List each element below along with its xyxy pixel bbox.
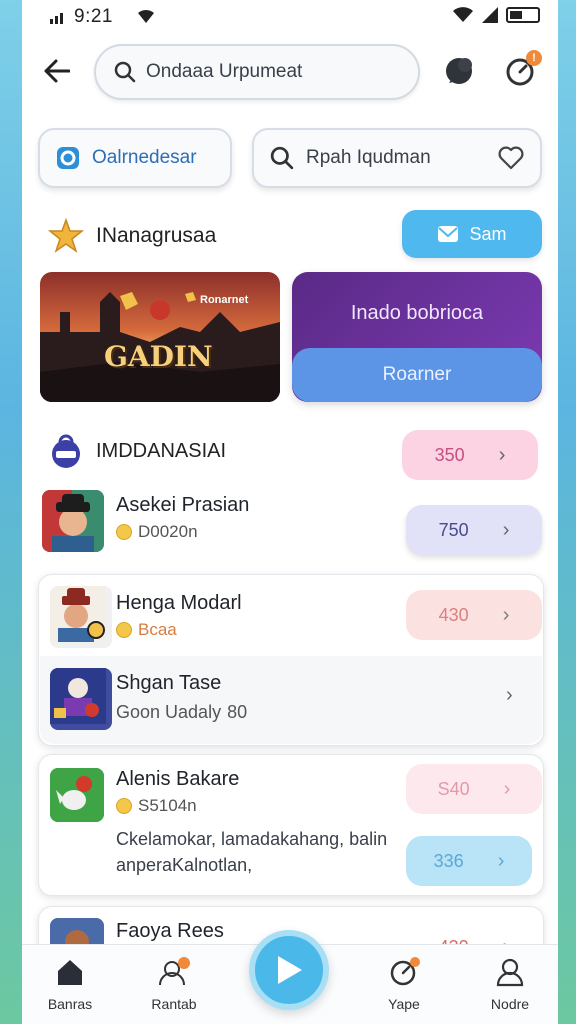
camera-icon — [57, 147, 79, 169]
chevron-right-icon: › — [498, 443, 506, 466]
status-time: 9:21 — [74, 6, 113, 27]
chat-button[interactable] — [440, 52, 480, 92]
price-value: S40 — [437, 778, 470, 799]
filter-pill-search-label: Rpah Iqudman — [306, 147, 431, 168]
search-icon — [270, 146, 294, 170]
wifi-icon — [138, 9, 154, 23]
cell-signal-icon — [482, 7, 498, 23]
avatar — [50, 768, 104, 822]
row-sub: Goon Uadaly 80 — [116, 702, 247, 723]
play-icon — [278, 956, 302, 984]
row-name: Shgan Tase — [116, 672, 222, 694]
filter-pill-primary-label: Oalrnedesar — [92, 147, 197, 168]
search-icon — [114, 61, 136, 83]
row-sub: D0020n — [116, 522, 198, 542]
row-name: Henga Modarl — [116, 592, 242, 614]
nav-label: Nodre — [490, 996, 530, 1012]
status-bar: 9:21 — [22, 0, 558, 32]
price-pill[interactable]: 350 › — [402, 430, 538, 480]
coin-icon — [116, 524, 132, 540]
row-sub: Bcaa — [116, 620, 177, 640]
chevron-right-icon: › — [502, 518, 510, 541]
notification-badge: ! — [526, 50, 542, 66]
search-input[interactable]: Ondaaa Urpumeat — [94, 44, 420, 100]
app-screen: 9:21 Ondaaa Urpumeat ! Oalrnedesar Rpah … — [22, 0, 558, 1024]
avatar — [50, 668, 112, 730]
nav-item-yape[interactable]: Yape — [364, 957, 444, 1012]
chat-icon — [446, 58, 472, 84]
row-sub-text: Bcaa — [138, 620, 177, 639]
nav-label: Banras — [47, 996, 93, 1012]
price-pill[interactable]: S40 › — [406, 764, 542, 814]
signal-icon — [50, 13, 63, 24]
game-banner-title: GADIN — [104, 340, 213, 373]
user-badge-icon — [159, 957, 190, 986]
character-avatar-icon — [50, 586, 106, 642]
price-value: 430 — [438, 604, 469, 625]
nav-item-rantab[interactable]: Rantab — [134, 957, 214, 1012]
notifications-button[interactable]: ! — [500, 50, 542, 92]
bag-icon — [52, 434, 80, 468]
price-pill[interactable]: 430 › — [406, 590, 542, 640]
scan-button-label: Sam — [469, 223, 507, 244]
row-description: Ckelamokar, lamadakahang, balin anperaKa… — [116, 829, 388, 875]
chevron-right-icon: › — [502, 603, 510, 626]
search-text: Ondaaa Urpumeat — [146, 61, 303, 82]
character-avatar-icon — [50, 768, 104, 822]
row-sub-text: Goon Uadaly — [116, 702, 222, 722]
nav-item-nodre[interactable]: Nodre — [470, 957, 550, 1012]
filter-pill-search[interactable]: Rpah Iqudman — [252, 128, 542, 188]
filter-pill-primary[interactable]: Oalrnedesar — [38, 128, 232, 188]
promo-banner-button[interactable]: Roarner — [292, 348, 542, 402]
coin-icon — [116, 798, 132, 814]
chevron-right-icon: › — [503, 777, 511, 800]
row-highlight — [40, 656, 542, 744]
avatar — [50, 586, 112, 648]
nav-label: Yape — [388, 996, 420, 1012]
coin-icon — [116, 622, 132, 638]
star-icon — [48, 218, 84, 253]
row-name: Asekei Prasian — [116, 494, 250, 516]
price-pill[interactable]: 750 › — [406, 505, 542, 555]
section2-title: IMDDANASIAI — [96, 440, 227, 462]
price-value: 350 — [434, 444, 465, 465]
scan-button[interactable]: Sam — [402, 210, 542, 258]
nav-label: Rantab — [151, 996, 197, 1012]
row-sub-suffix: 80 — [227, 702, 248, 722]
row-name: Alenis Bakare — [116, 768, 240, 790]
section-title: INanagrusaa — [96, 224, 217, 247]
play-button[interactable] — [249, 930, 329, 1010]
game-banner-subtitle: Ronarnet — [200, 294, 249, 306]
game-banner[interactable]: GADIN Ronarnet — [40, 272, 280, 402]
mail-icon — [438, 226, 459, 242]
profile-icon — [496, 958, 524, 987]
price-value: 336 — [433, 850, 464, 871]
row-sub: S5104n — [116, 796, 197, 816]
wifi-icon — [453, 7, 473, 22]
heart-icon[interactable] — [498, 146, 524, 170]
nav-item-home[interactable]: Banras — [30, 957, 110, 1012]
chevron-right-icon[interactable]: › — [506, 684, 513, 707]
back-button[interactable] — [40, 54, 74, 88]
arrow-left-icon — [44, 59, 70, 83]
battery-icon — [506, 7, 540, 23]
promo-banner-title: Inado bobrioca — [350, 302, 484, 324]
home-icon — [58, 960, 82, 985]
avatar — [42, 490, 104, 552]
character-avatar-icon — [42, 490, 104, 552]
promo-banner[interactable]: Inado bobrioca Roarner — [292, 272, 542, 402]
castle-illustration — [40, 292, 280, 402]
price-pill[interactable]: 336 › — [406, 836, 532, 886]
row-sub-text: S5104n — [138, 796, 197, 815]
price-value: 750 — [438, 519, 469, 540]
row-sub-text: D0020n — [138, 522, 198, 541]
character-avatar-icon — [50, 668, 106, 724]
row-name: Faoya Rees — [116, 920, 224, 942]
status-right — [452, 7, 540, 23]
gauge-icon — [390, 957, 420, 986]
chevron-right-icon: › — [497, 849, 505, 872]
